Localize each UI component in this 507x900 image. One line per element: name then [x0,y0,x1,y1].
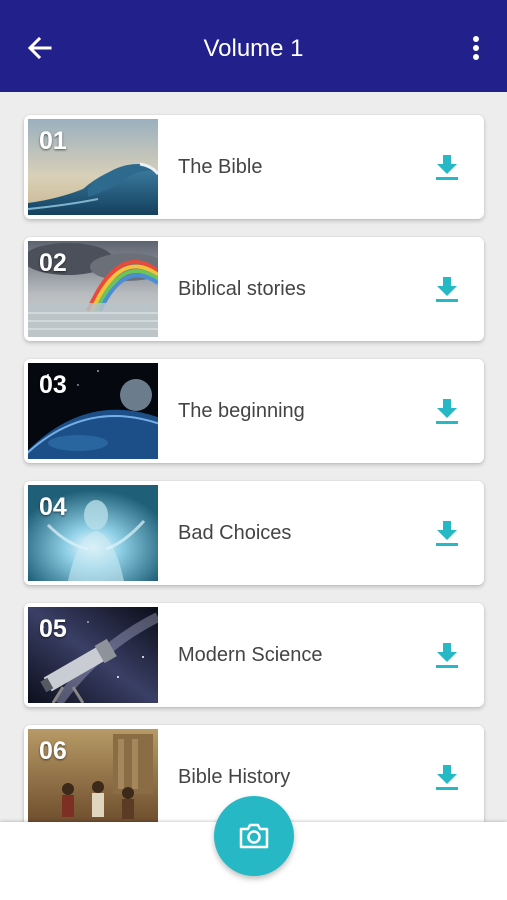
item-number: 02 [39,249,67,277]
item-number: 03 [39,371,67,399]
camera-icon [239,823,269,849]
thumbnail: 06 [28,729,158,822]
page-title: Volume 1 [203,35,304,62]
thumbnail: 04 [28,485,158,581]
download-button[interactable] [434,153,460,181]
camera-fab-button[interactable] [214,796,294,876]
list-item[interactable]: 03 The beginning [24,359,484,463]
overflow-menu-button[interactable] [462,32,490,68]
item-number: 04 [39,493,67,521]
list-item[interactable]: 01 The Bible [24,115,484,219]
item-number: 05 [39,615,67,643]
app-bar: Volume 1 [0,0,507,92]
item-number: 06 [39,737,67,765]
list-item[interactable]: 04 Bad Choices [24,481,484,585]
list-item[interactable]: 02 Biblical stories [24,237,484,341]
download-button[interactable] [434,275,460,303]
item-title: Biblical stories [178,278,306,300]
more-vert-icon [473,36,479,60]
download-icon [436,643,458,668]
item-title: Modern Science [178,644,323,666]
download-button[interactable] [434,641,460,669]
volume-list[interactable]: 01 The Bible 02 Biblical stories 03 The … [0,92,507,822]
item-title: The Bible [178,156,263,178]
download-button[interactable] [434,763,460,791]
item-number: 01 [39,127,67,155]
download-icon [436,399,458,424]
thumbnail: 02 [28,241,158,337]
list-item[interactable]: 05 Modern Science [24,603,484,707]
thumbnail: 05 [28,607,158,703]
download-button[interactable] [434,519,460,547]
download-icon [436,521,458,546]
thumbnail: 01 [28,119,158,215]
thumbnail: 03 [28,363,158,459]
item-title: The beginning [178,400,305,422]
download-icon [436,277,458,302]
download-icon [436,155,458,180]
item-title: Bad Choices [178,522,292,544]
download-icon [436,765,458,790]
download-button[interactable] [434,397,460,425]
